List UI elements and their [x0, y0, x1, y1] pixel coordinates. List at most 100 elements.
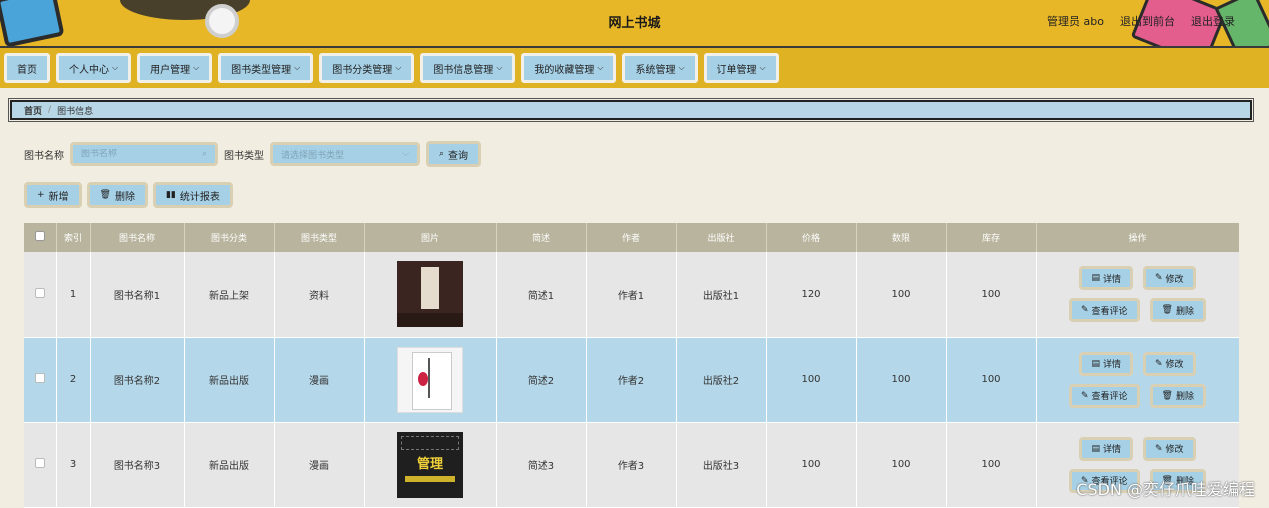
table-row: 3 图书名称3 新品出版 漫画 管理 简述3 作者3 出版社3 100 100 … — [24, 422, 1239, 508]
row-select-cell[interactable] — [24, 337, 57, 423]
nav-order-management[interactable]: 订单管理 ⌵ — [703, 53, 779, 83]
book-cover-image — [397, 346, 463, 413]
chevron-down-icon: ⌵ — [294, 63, 301, 72]
cell-author: 作者2 — [586, 337, 677, 423]
nav-book-info-management[interactable]: 图书信息管理 ⌵ — [420, 53, 516, 83]
cell-author: 作者1 — [586, 252, 677, 338]
edit-button[interactable]: ✎ 修改 — [1142, 266, 1196, 291]
edit-button-label: 修改 — [1165, 360, 1184, 370]
table-header-row: 索引 图书名称 图书分类 图书类型 图片 简述 作者 出版社 价格 数限 库存 … — [24, 223, 1239, 252]
row-select-cell[interactable] — [24, 422, 57, 508]
report-button[interactable]: ▮▮ 统计报表 — [152, 182, 233, 208]
book-cover-image — [397, 261, 463, 328]
cell-publisher: 出版社1 — [676, 252, 767, 338]
csdn-watermark: CSDN @奕仔爪哇爱编程 — [1076, 480, 1255, 499]
nav-favorites-management-label: 我的收藏管理 — [534, 64, 595, 76]
cell-publisher: 出版社3 — [676, 422, 767, 508]
row-delete-button[interactable]: 🗑 删除 — [1149, 298, 1206, 323]
chevron-down-icon: ⌵ — [678, 63, 685, 72]
cell-price: 100 — [766, 422, 857, 508]
cell-limit: 100 — [856, 252, 947, 338]
logout-link[interactable]: 退出登录 — [1191, 13, 1235, 29]
back-to-front-link[interactable]: 退出到前台 — [1120, 13, 1175, 29]
breadcrumb-home[interactable]: 首页 — [24, 104, 42, 117]
row-select-cell[interactable] — [24, 252, 57, 338]
column-header: 索引 — [56, 223, 91, 252]
detail-button-label: 详情 — [1102, 360, 1121, 370]
view-comments-label: 查看评论 — [1091, 392, 1128, 402]
chevron-down-icon: ⌵ — [496, 63, 503, 72]
trash-icon: 🗑 — [1161, 390, 1173, 401]
nav-book-info-management-label: 图书信息管理 — [433, 64, 494, 76]
pencil-icon: ✎ — [1154, 443, 1163, 454]
column-header: 库存 — [946, 223, 1037, 252]
book-name-label: 图书名称 — [24, 150, 64, 162]
add-button[interactable]: + 新增 — [24, 182, 82, 208]
detail-button[interactable]: ▤ 详情 — [1079, 351, 1133, 376]
cell-index: 2 — [56, 337, 91, 423]
pencil-icon: ✎ — [1154, 273, 1163, 284]
column-header: 操作 — [1036, 223, 1239, 252]
chevron-down-icon: ⌵ — [759, 63, 766, 72]
user-links: 管理员 abo 退出到前台 退出登录 — [1047, 13, 1235, 29]
cell-type: 漫画 — [274, 422, 365, 508]
select-all-cell[interactable] — [24, 223, 57, 252]
cell-type: 资料 — [274, 252, 365, 338]
row-checkbox[interactable] — [34, 287, 45, 298]
row-delete-button[interactable]: 🗑 删除 — [1149, 383, 1206, 408]
edit-button[interactable]: ✎ 修改 — [1142, 351, 1196, 376]
chevron-down-icon: ⌵ — [402, 149, 409, 159]
query-button[interactable]: ⌕ 查询 — [426, 141, 482, 167]
column-header: 作者 — [586, 223, 677, 252]
main-nav: 首页 个人中心 ⌵ 用户管理 ⌵ 图书类型管理 ⌵ 图书分类管理 ⌵ 图书信息管理 ⌵ 我… — [0, 46, 1269, 88]
select-all-checkbox[interactable] — [34, 231, 45, 241]
query-button-label: 查询 — [448, 150, 469, 162]
cell-ops: ▤ 详情 ✎ 修改 ✎ 查看评论 🗑 删除 — [1036, 252, 1239, 338]
column-header: 图片 — [364, 223, 497, 252]
edit-button[interactable]: ✎ 修改 — [1142, 436, 1196, 461]
cell-price: 120 — [766, 252, 857, 338]
cell-index: 1 — [56, 252, 91, 338]
book-name-input[interactable] — [81, 149, 191, 159]
delete-button[interactable]: 🗑 删除 — [86, 182, 148, 208]
book-type-select[interactable]: 请选择图书类型 ⌵ — [270, 142, 420, 166]
cell-stock: 100 — [946, 422, 1037, 508]
plus-icon: + — [37, 190, 45, 200]
nav-system-management-label: 系统管理 — [635, 64, 676, 76]
book-name-field[interactable]: ⌕ — [70, 142, 218, 166]
nav-system-management[interactable]: 系统管理 ⌵ — [622, 53, 698, 83]
report-button-label: 统计报表 — [179, 191, 220, 203]
breadcrumb-separator: / — [48, 105, 52, 115]
cell-stock: 100 — [946, 337, 1037, 423]
admin-name[interactable]: 管理员 abo — [1047, 13, 1104, 29]
view-comments-button[interactable]: ✎ 查看评论 — [1068, 298, 1140, 323]
nav-book-type-management[interactable]: 图书类型管理 ⌵ — [218, 53, 314, 83]
nav-book-category-management[interactable]: 图书分类管理 ⌵ — [319, 53, 415, 83]
edit-button-label: 修改 — [1165, 274, 1184, 285]
cell-image — [364, 252, 497, 338]
row-checkbox[interactable] — [34, 373, 45, 383]
breadcrumb: 首页 / 图书信息 — [8, 98, 1254, 122]
column-header: 数限 — [856, 223, 947, 252]
add-button-label: 新增 — [48, 191, 69, 203]
nav-favorites-management[interactable]: 我的收藏管理 ⌵ — [521, 53, 617, 83]
cell-image — [364, 337, 497, 423]
document-icon: ▤ — [1091, 443, 1100, 454]
search-icon: ⌕ — [201, 149, 207, 159]
row-checkbox[interactable] — [34, 458, 45, 468]
row-delete-label: 删除 — [1175, 392, 1194, 402]
cell-publisher: 出版社2 — [676, 337, 767, 423]
detail-button[interactable]: ▤ 详情 — [1079, 266, 1133, 291]
cell-brief: 简述2 — [496, 337, 587, 423]
breadcrumb-current: 图书信息 — [57, 106, 94, 117]
view-comments-button[interactable]: ✎ 查看评论 — [1068, 383, 1140, 408]
nav-personal-center[interactable]: 个人中心 ⌵ — [56, 53, 132, 83]
nav-user-management[interactable]: 用户管理 ⌵ — [137, 53, 213, 83]
detail-button[interactable]: ▤ 详情 — [1079, 436, 1133, 461]
cell-stock: 100 — [946, 252, 1037, 338]
delete-button-label: 删除 — [114, 191, 135, 203]
cell-index: 3 — [56, 422, 91, 508]
table-row: 2 图书名称2 新品出版 漫画 简述2 作者2 出版社2 100 100 100… — [24, 337, 1239, 423]
table-row: 1 图书名称1 新品上架 资料 简述1 作者1 出版社1 120 100 100… — [24, 252, 1239, 338]
nav-home[interactable]: 首页 — [4, 53, 50, 83]
